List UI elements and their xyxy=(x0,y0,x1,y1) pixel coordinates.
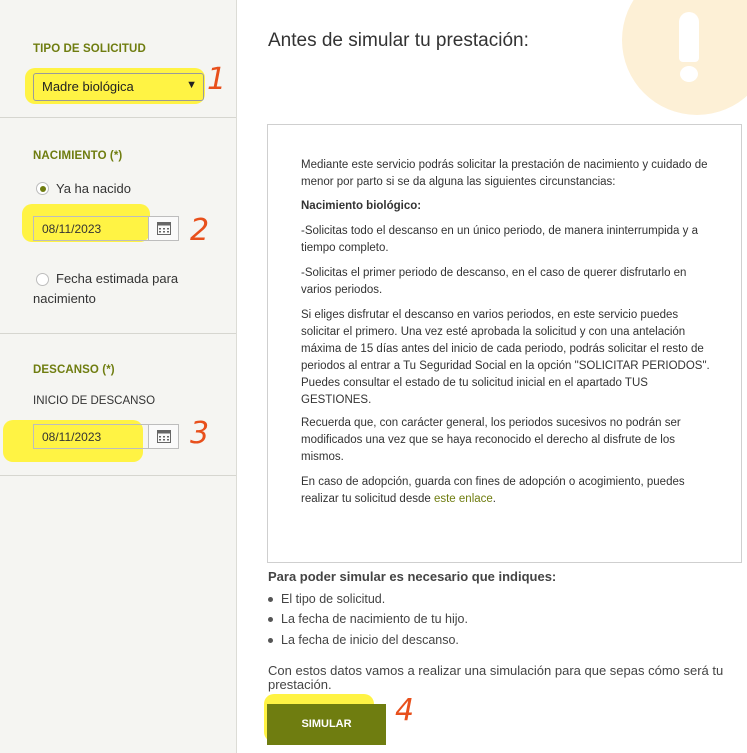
radio-born-label: Ya ha nacido xyxy=(56,181,131,196)
birth-title: NACIMIENTO (*) xyxy=(33,150,123,162)
calendar-icon xyxy=(157,430,171,443)
info-paragraph-3: Si eliges disfrutar el descanso en vario… xyxy=(301,309,710,406)
info-paragraph-5: En caso de adopción, guarda con fines de… xyxy=(301,474,716,508)
rest-start-date-value: 08/11/2023 xyxy=(42,430,102,444)
request-type-section: TIPO DE SOLICITUD Madre biológica ▼ xyxy=(0,0,236,118)
rest-section: DESCANSO (*) INICIO DE DESCANSO 08/11/20… xyxy=(0,334,236,476)
info-heading: Nacimiento biológico: xyxy=(301,200,422,212)
list-item: El tipo de solicitud. xyxy=(268,592,385,606)
annotation-2: 2 xyxy=(190,213,210,248)
info-paragraph-5-end: . xyxy=(492,493,496,505)
rest-start-date-field[interactable]: 08/11/2023 xyxy=(33,424,179,449)
radio-estimated[interactable] xyxy=(36,273,49,286)
annotation-1: 1 xyxy=(207,62,227,97)
warning-icon-dot xyxy=(680,66,698,82)
request-type-value: Madre biológica xyxy=(42,79,134,94)
info-paragraph-1: -Solicitas todo el descanso en un único … xyxy=(301,225,698,254)
simulate-button[interactable]: SIMULAR xyxy=(267,704,386,745)
sidebar: TIPO DE SOLICITUD Madre biológica ▼ NACI… xyxy=(0,0,237,753)
calendar-button[interactable] xyxy=(148,217,178,240)
birth-date-field[interactable]: 08/11/2023 xyxy=(33,216,179,241)
radio-born[interactable] xyxy=(36,182,49,195)
rest-start-label: INICIO DE DESCANSO xyxy=(33,395,156,407)
closing-text: Con estos datos vamos a realizar una sim… xyxy=(268,663,724,692)
adoption-link[interactable]: este enlace xyxy=(434,493,493,505)
calendar-button[interactable] xyxy=(148,425,178,448)
request-type-title: TIPO DE SOLICITUD xyxy=(33,43,146,55)
list-item: La fecha de inicio del descanso. xyxy=(268,633,459,647)
requirements-title: Para poder simular es necesario que indi… xyxy=(268,569,557,584)
chevron-down-icon: ▼ xyxy=(186,79,197,91)
list-item-text: La fecha de inicio del descanso. xyxy=(281,633,459,647)
birth-date-value: 08/11/2023 xyxy=(42,222,102,236)
request-type-select[interactable]: Madre biológica ▼ xyxy=(33,73,204,101)
list-item: La fecha de nacimiento de tu hijo. xyxy=(268,612,468,626)
annotation-4: 4 xyxy=(395,693,415,728)
info-intro: Mediante este servicio podrás solicitar … xyxy=(301,159,708,188)
radio-estimated-label-cont: nacimiento xyxy=(33,291,96,306)
radio-estimated-label: Fecha estimada para xyxy=(56,271,179,286)
page-title: Antes de simular tu prestación: xyxy=(268,30,529,51)
list-item-text: El tipo de solicitud. xyxy=(281,592,386,606)
warning-icon-bar xyxy=(679,12,699,62)
annotation-3: 3 xyxy=(190,416,210,451)
info-paragraph-4: Recuerda que, con carácter general, los … xyxy=(301,417,681,463)
calendar-icon xyxy=(157,222,171,235)
list-item-text: La fecha de nacimiento de tu hijo. xyxy=(281,612,468,626)
rest-title: DESCANSO (*) xyxy=(33,364,115,376)
info-box: Mediante este servicio podrás solicitar … xyxy=(267,124,742,563)
info-paragraph-2: -Solicitas el primer periodo de descanso… xyxy=(301,267,687,296)
